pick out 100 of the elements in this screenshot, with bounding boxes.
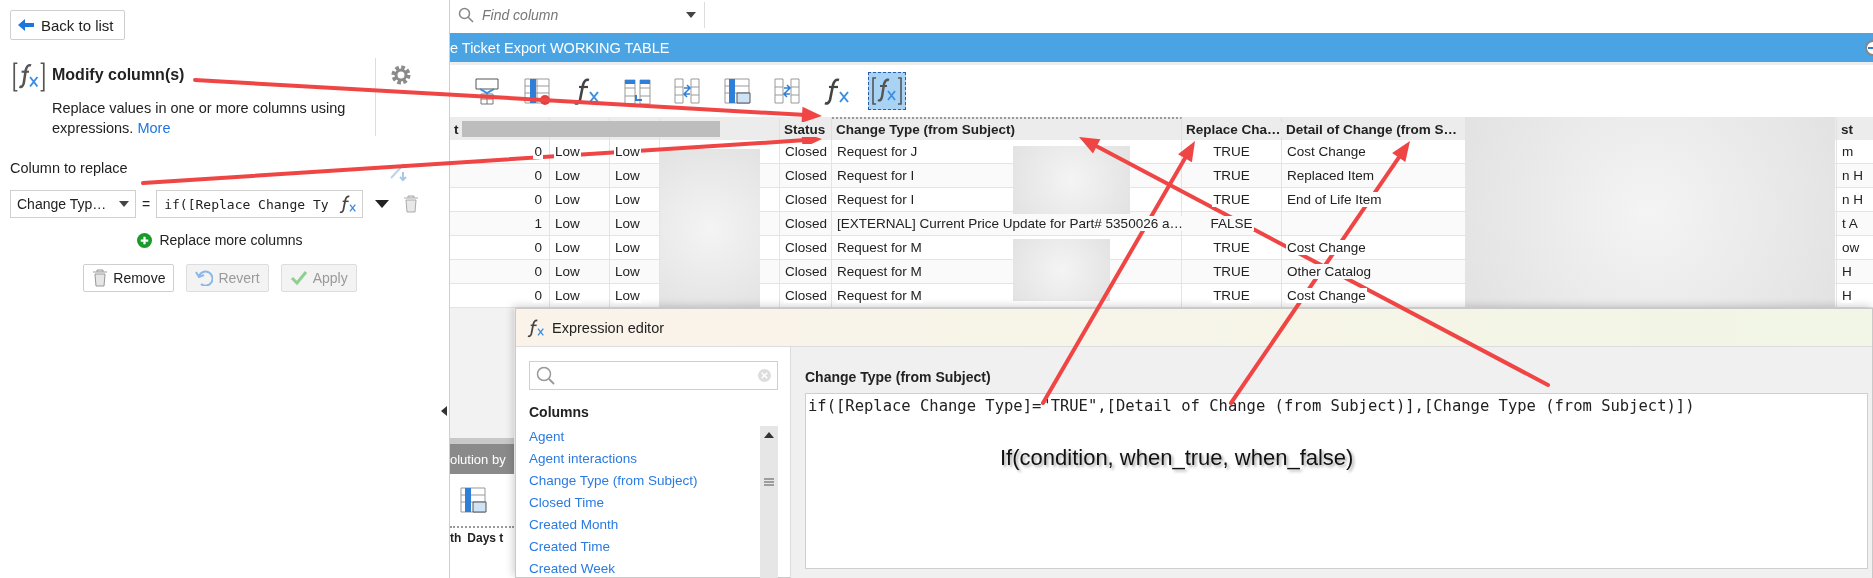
trash-icon[interactable] <box>403 195 420 213</box>
column-list-item[interactable]: Agent interactions <box>529 448 760 470</box>
column-header[interactable]: Days t <box>467 531 504 545</box>
split-columns-icon <box>772 76 802 106</box>
function-icon <box>572 76 602 106</box>
table-title: e Ticket Export WORKING TABLE <box>450 39 670 56</box>
table-cell: Closed <box>784 240 829 255</box>
dialog-title: Expression editor <box>552 319 665 336</box>
expression-text: if([Replace Change Type]="TRUE",[Detail of Change (from Subject)],[Change Type (from Subject)]) <box>808 397 1696 415</box>
table-cell: TRUE <box>1212 192 1251 207</box>
table-cell: Low <box>614 264 641 279</box>
column-list-item[interactable]: Change Type (from Subject) <box>529 470 760 492</box>
caret-icon[interactable] <box>375 200 390 208</box>
table-cell: H <box>1841 264 1853 279</box>
function-icon <box>526 317 546 338</box>
table-cell: n H <box>1841 168 1864 183</box>
table-cell: 0 <box>533 288 543 303</box>
add-column-link[interactable]: Replace more columns <box>137 232 303 248</box>
function-icon <box>822 76 852 106</box>
table-cell: Low <box>554 216 581 231</box>
column-header[interactable]: Status <box>783 122 827 137</box>
table-cell: n H <box>1841 192 1864 207</box>
trash-icon <box>92 269 109 287</box>
zoom-out-icon[interactable] <box>1863 38 1873 57</box>
column-dropdown[interactable]: Change Typ… <box>10 190 136 218</box>
table-cell: FALSE <box>1209 216 1254 231</box>
more-link[interactable]: More <box>137 120 171 136</box>
table-cell: TRUE <box>1212 264 1251 279</box>
table-cell: 0 <box>533 144 543 159</box>
table-cell: 0 <box>533 192 543 207</box>
column-header[interactable]: t <box>453 122 460 137</box>
rename-columns-icon <box>472 76 502 106</box>
table-cell: Low <box>614 144 641 159</box>
column-header[interactable]: th <box>450 531 462 545</box>
function-icon <box>338 194 359 214</box>
find-column-field[interactable]: Find column <box>450 2 705 28</box>
column-header[interactable]: Change Type (from Subject) <box>835 122 1016 137</box>
column-list-item[interactable]: Agent <box>529 426 760 448</box>
table-cell: Low <box>554 192 581 207</box>
collapse-icon[interactable] <box>441 406 447 416</box>
table-cell: t A <box>1841 216 1859 231</box>
table-cell: TRUE <box>1212 144 1251 159</box>
table-cell: TRUE <box>1212 240 1251 255</box>
remove-button[interactable]: Remove <box>83 264 175 292</box>
search-icon <box>458 7 474 23</box>
column-list-item[interactable]: Created Week <box>529 558 760 578</box>
table-cell: 1 <box>533 216 543 231</box>
column-header[interactable]: st <box>1840 122 1854 137</box>
table-cell: Low <box>614 168 641 183</box>
column-list-item[interactable]: Closed Time <box>529 492 760 514</box>
plus-icon <box>137 232 153 248</box>
column-list-item[interactable]: Created Month <box>529 514 760 536</box>
scroll-up-icon[interactable] <box>764 432 774 438</box>
expression-input[interactable]: if([Replace Change Type]="TRUE",[Detail of Change (from Subject)],[Change Type (from Subject)]) If(condition, when_true, when_false) <box>805 393 1868 569</box>
table-cell: Low <box>614 216 641 231</box>
table-cell: Closed <box>784 192 829 207</box>
table-cell: 0 <box>533 240 543 255</box>
expression-field[interactable]: if([Replace Change Ty <box>156 190 364 218</box>
table-cell: Closed <box>784 144 829 159</box>
panel-title: olution by <box>450 444 514 474</box>
table-cell: Low <box>614 192 641 207</box>
table-cell: Low <box>554 240 581 255</box>
table-cell: H <box>1841 288 1853 303</box>
table-cell: 0 <box>533 168 543 183</box>
table-cell: Request for I <box>836 192 916 207</box>
table-cell: Low <box>554 264 581 279</box>
caret-icon <box>686 12 696 18</box>
column-search-field[interactable] <box>529 361 778 390</box>
table-cell: Request for J <box>836 144 919 159</box>
table-cell: 0 <box>533 264 543 279</box>
back-button[interactable]: Back to list <box>10 10 125 40</box>
scrollbar[interactable] <box>760 426 778 578</box>
table-cell: Cost Change <box>1286 144 1367 159</box>
column-header[interactable]: Detail of Change (from S… <box>1285 122 1458 137</box>
table-cell: TRUE <box>1212 168 1251 183</box>
grip-icon <box>764 478 774 486</box>
table-cell: Request for I <box>836 168 916 183</box>
search-icon <box>536 365 556 386</box>
undo-icon <box>195 270 214 286</box>
section-heading: Columns <box>529 404 590 420</box>
column-header[interactable]: Replace Cha… <box>1185 122 1282 137</box>
annotation-text: If(condition, when_true, when_false) <box>1000 445 1354 471</box>
table-cell: Cost Change <box>1286 288 1367 303</box>
field-label: Column to replace <box>10 160 128 178</box>
table-cell: Low <box>554 144 581 159</box>
table-cell: Closed <box>784 288 829 303</box>
table-cell: TRUE <box>1212 288 1251 303</box>
equals-sign: = <box>142 196 151 212</box>
toolbar-button[interactable] <box>868 72 906 110</box>
table-cell: Replaced Item <box>1286 168 1376 183</box>
table-cell: Low <box>614 288 641 303</box>
settings-icon[interactable] <box>389 64 412 86</box>
split-columns-icon <box>672 76 702 106</box>
table-cell: [EXTERNAL] Current Price Update for Part# 5350026 a… <box>836 216 1184 231</box>
table-cell: Closed <box>784 264 829 279</box>
description-text: Replace values in one or more columns using expressions. More <box>52 99 347 138</box>
table-cell: Low <box>614 240 641 255</box>
panel-title: Modify column(s) <box>52 66 186 84</box>
table-cell: Closed <box>784 216 829 231</box>
column-list-item[interactable]: Created Time <box>529 536 760 558</box>
